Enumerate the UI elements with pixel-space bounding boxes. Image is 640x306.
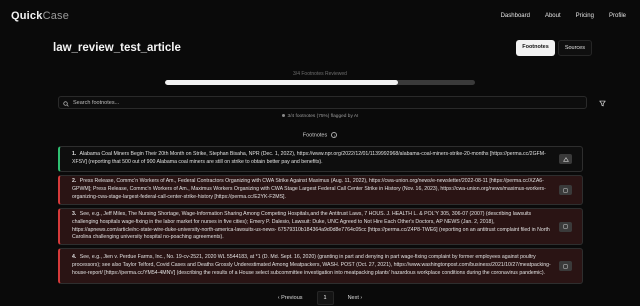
nav-link-profile[interactable]: Profile <box>609 13 626 19</box>
current-page[interactable]: 1 <box>316 291 334 305</box>
logo-part-1: Quick <box>11 10 43 22</box>
search-icon <box>63 94 69 112</box>
footnote-text: Alabama Coal Miners Begin Their 20th Mon… <box>72 151 546 165</box>
search-box <box>58 96 587 109</box>
footnote-text: Press Release, Commc'n Workers of Am., F… <box>72 178 546 200</box>
footnote-number: 3. <box>72 211 77 218</box>
previous-page-button[interactable]: ‹ Previous <box>278 295 303 301</box>
logo-part-2: Case <box>42 10 70 22</box>
tab-sources[interactable]: Sources <box>557 40 592 56</box>
next-label: Next <box>347 295 359 301</box>
view-footnote-button[interactable] <box>559 154 572 164</box>
footnote-card[interactable]: 1. Alabama Coal Miners Begin Their 20th … <box>58 146 583 172</box>
ai-flag-summary-text: 3/4 footnotes (75%) flagged by AI <box>287 114 359 119</box>
footnote-number: 4. <box>72 254 77 261</box>
view-tabs: Footnotes Sources <box>516 40 592 56</box>
footnote-card[interactable]: 3. See, e.g., Jeff Miles, The Nursing Sh… <box>58 208 583 245</box>
previous-label: Previous <box>281 295 303 301</box>
tab-footnotes[interactable]: Footnotes <box>516 40 555 56</box>
view-footnote-button[interactable] <box>559 261 572 271</box>
nav-links: Dashboard About Pricing Profile <box>501 13 626 19</box>
ai-flag-summary: 3/4 footnotes (75%) flagged by AI <box>0 114 640 119</box>
progress-bar <box>165 80 475 85</box>
top-nav: QuickCase Dashboard About Pricing Profil… <box>0 0 640 32</box>
footnote-card[interactable]: 2. Press Release, Commc'n Workers of Am.… <box>58 175 583 205</box>
progress-bar-fill <box>165 80 398 85</box>
info-icon[interactable]: i <box>331 132 338 138</box>
progress-label: 3/4 Footnotes Reviewed <box>293 71 347 77</box>
footnote-number: 1. <box>72 151 77 158</box>
footnote-number: 2. <box>72 178 77 185</box>
search-input[interactable] <box>73 99 473 106</box>
footnotes-heading: Footnotes i <box>0 132 640 138</box>
view-footnote-button[interactable] <box>559 185 572 195</box>
pagination: ‹ Previous 1 Next › <box>0 291 640 305</box>
footnotes-heading-text: Footnotes <box>302 132 328 139</box>
page-title: law_review_test_article <box>53 42 181 54</box>
footnote-text: See, e.g., Jeff Miles, The Nursing Short… <box>72 211 550 241</box>
view-footnote-button[interactable] <box>559 221 572 232</box>
next-page-button[interactable]: Next › <box>348 295 363 301</box>
footnote-card[interactable]: 4. See, e.g., Jien v. Perdue Farms, Inc.… <box>58 248 583 284</box>
logo[interactable]: QuickCase <box>11 10 69 22</box>
flag-dot-icon <box>281 114 285 118</box>
footnote-text: See, e.g., Jien v. Perdue Farms, Inc., N… <box>72 254 551 276</box>
filter-icon[interactable] <box>597 98 607 108</box>
nav-link-dashboard[interactable]: Dashboard <box>501 13 530 19</box>
nav-link-pricing[interactable]: Pricing <box>576 13 594 19</box>
nav-link-about[interactable]: About <box>545 13 561 19</box>
